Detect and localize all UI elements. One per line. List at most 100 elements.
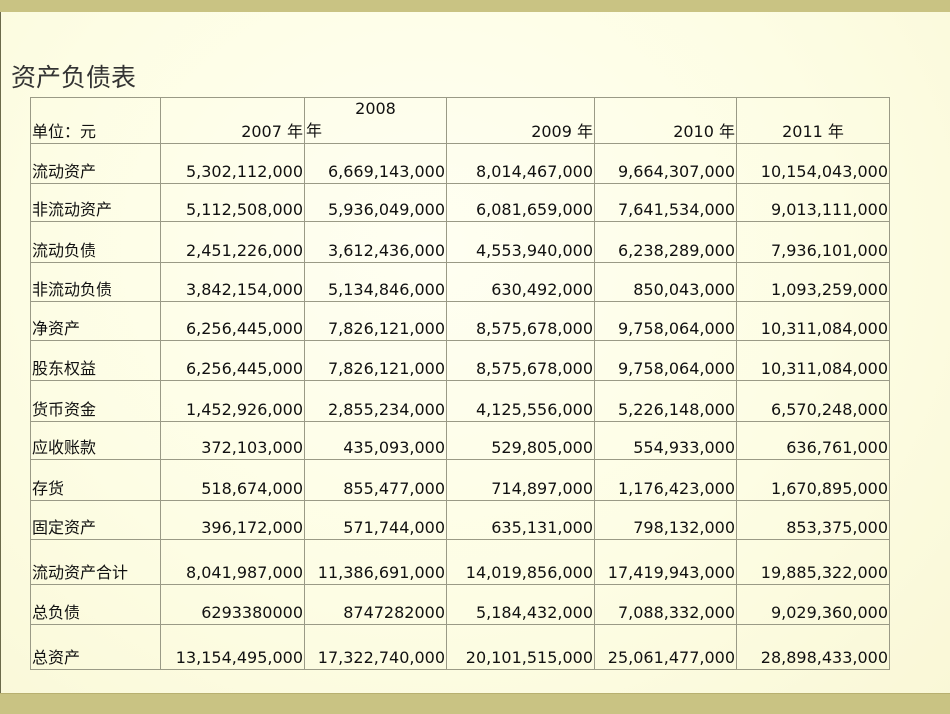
- value-cell: 2,855,234,000: [304, 380, 447, 422]
- header-row: 单位：元 2007 年 2008 年 2009 年 2010 年 2011 年: [30, 97, 890, 144]
- row-label: 净资产: [30, 301, 161, 341]
- value-cell: 5,184,432,000: [446, 584, 595, 625]
- value-cell: 6293380000: [160, 584, 305, 625]
- value-cell: 10,154,043,000: [736, 143, 890, 184]
- table-row: 非流动资产 5,112,508,000 5,936,049,000 6,081,659…: [30, 183, 890, 222]
- value-cell: 14,019,856,000: [446, 539, 595, 585]
- value-cell: 8,014,467,000: [446, 143, 595, 184]
- value-cell: 2,451,226,000: [160, 221, 305, 263]
- value-cell: 13,154,495,000: [160, 624, 305, 670]
- value-cell: 636,761,000: [736, 421, 890, 460]
- value-cell: 6,669,143,000: [304, 143, 447, 184]
- table-row: 固定资产 396,172,000 571,744,000 635,131,000 798…: [30, 500, 890, 540]
- table-row: 非流动负债 3,842,154,000 5,134,846,000 630,492,0…: [30, 262, 890, 302]
- year-header: 2011 年: [736, 97, 890, 144]
- row-label: 股东权益: [30, 340, 161, 381]
- value-cell: 3,612,436,000: [304, 221, 447, 263]
- value-cell: 1,093,259,000: [736, 262, 890, 302]
- row-label: 流动负债: [30, 221, 161, 263]
- value-cell: 635,131,000: [446, 500, 595, 540]
- value-cell: 850,043,000: [594, 262, 737, 302]
- table-row: 总负债 6293380000 8747282000 5,184,432,000 7,08…: [30, 584, 890, 625]
- value-cell: 28,898,433,000: [736, 624, 890, 670]
- value-cell: 10,311,084,000: [736, 301, 890, 341]
- value-cell: 4,553,940,000: [446, 221, 595, 263]
- value-cell: 4,125,556,000: [446, 380, 595, 422]
- left-border: [0, 12, 1, 693]
- value-cell: 9,758,064,000: [594, 301, 737, 341]
- year-header: 2010 年: [594, 97, 737, 144]
- value-cell: 714,897,000: [446, 459, 595, 501]
- balance-sheet-table: 单位：元 2007 年 2008 年 2009 年 2010 年 2011 年 …: [30, 97, 890, 670]
- row-label: 存货: [30, 459, 161, 501]
- top-decor-bar: [0, 0, 950, 12]
- value-cell: 5,134,846,000: [304, 262, 447, 302]
- value-cell: 17,322,740,000: [304, 624, 447, 670]
- row-label: 总资产: [30, 624, 161, 670]
- value-cell: 853,375,000: [736, 500, 890, 540]
- value-cell: 9,013,111,000: [736, 183, 890, 222]
- value-cell: 9,758,064,000: [594, 340, 737, 381]
- table-row: 净资产 6,256,445,000 7,826,121,000 8,575,678,0…: [30, 301, 890, 341]
- value-cell: 5,226,148,000: [594, 380, 737, 422]
- value-cell: 396,172,000: [160, 500, 305, 540]
- row-label: 非流动资产: [30, 183, 161, 222]
- row-label: 固定资产: [30, 500, 161, 540]
- value-cell: 8,575,678,000: [446, 301, 595, 341]
- slide-title: 资产负债表: [11, 63, 137, 92]
- value-cell: 855,477,000: [304, 459, 447, 501]
- value-cell: 571,744,000: [304, 500, 447, 540]
- year-header: 2007 年: [160, 97, 305, 144]
- row-label: 流动资产: [30, 143, 161, 184]
- table-row: 流动资产 5,302,112,000 6,669,143,000 8,014,467,…: [30, 143, 890, 184]
- row-label: 货币资金: [30, 380, 161, 422]
- table-row: 流动资产合计 8,041,987,000 11,386,691,000 14,019,…: [30, 539, 890, 585]
- value-cell: 372,103,000: [160, 421, 305, 460]
- value-cell: 8747282000: [304, 584, 447, 625]
- value-cell: 3,842,154,000: [160, 262, 305, 302]
- value-cell: 17,419,943,000: [594, 539, 737, 585]
- value-cell: 529,805,000: [446, 421, 595, 460]
- year-header-2008: 2008: [355, 99, 396, 118]
- year-header: 2009 年: [446, 97, 595, 144]
- value-cell: 6,256,445,000: [160, 340, 305, 381]
- table-row: 总资产 13,154,495,000 17,322,740,000 20,101,51…: [30, 624, 890, 670]
- value-cell: 19,885,322,000: [736, 539, 890, 585]
- year-header: 2008 年: [304, 97, 447, 144]
- value-cell: 7,088,332,000: [594, 584, 737, 625]
- row-label: 流动资产合计: [30, 539, 161, 585]
- value-cell: 6,570,248,000: [736, 380, 890, 422]
- value-cell: 9,029,360,000: [736, 584, 890, 625]
- row-label: 总负债: [30, 584, 161, 625]
- value-cell: 11,386,691,000: [304, 539, 447, 585]
- row-label: 非流动负债: [30, 262, 161, 302]
- table-row: 货币资金 1,452,926,000 2,855,234,000 4,125,556,…: [30, 380, 890, 422]
- year-header-suffix: 年: [306, 121, 323, 140]
- value-cell: 8,575,678,000: [446, 340, 595, 381]
- value-cell: 518,674,000: [160, 459, 305, 501]
- value-cell: 5,936,049,000: [304, 183, 447, 222]
- value-cell: 1,176,423,000: [594, 459, 737, 501]
- value-cell: 7,936,101,000: [736, 221, 890, 263]
- bottom-decor-bar: [0, 693, 950, 714]
- value-cell: 9,664,307,000: [594, 143, 737, 184]
- value-cell: 1,452,926,000: [160, 380, 305, 422]
- unit-label: 单位：元: [30, 97, 161, 144]
- value-cell: 1,670,895,000: [736, 459, 890, 501]
- value-cell: 630,492,000: [446, 262, 595, 302]
- value-cell: 6,256,445,000: [160, 301, 305, 341]
- value-cell: 8,041,987,000: [160, 539, 305, 585]
- table-row: 应收账款 372,103,000 435,093,000 529,805,000 554…: [30, 421, 890, 460]
- value-cell: 7,641,534,000: [594, 183, 737, 222]
- row-label: 应收账款: [30, 421, 161, 460]
- table-row: 流动负债 2,451,226,000 3,612,436,000 4,553,940,…: [30, 221, 890, 263]
- value-cell: 10,311,084,000: [736, 340, 890, 381]
- value-cell: 25,061,477,000: [594, 624, 737, 670]
- value-cell: 435,093,000: [304, 421, 447, 460]
- value-cell: 7,826,121,000: [304, 301, 447, 341]
- value-cell: 20,101,515,000: [446, 624, 595, 670]
- value-cell: 5,302,112,000: [160, 143, 305, 184]
- value-cell: 7,826,121,000: [304, 340, 447, 381]
- value-cell: 798,132,000: [594, 500, 737, 540]
- table-row: 存货 518,674,000 855,477,000 714,897,000 1,176…: [30, 459, 890, 501]
